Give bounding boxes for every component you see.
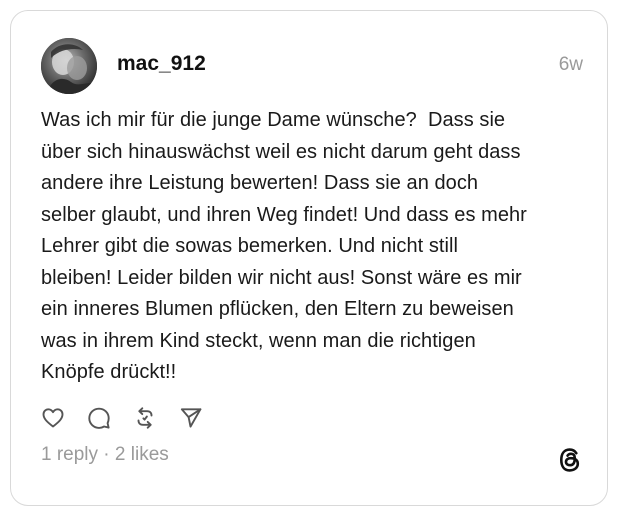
username[interactable]: mac_912 <box>117 51 206 77</box>
post-text-line: selber glaubt, und ihren Weg findet! Und… <box>41 203 527 226</box>
comment-icon <box>88 407 110 429</box>
post-text-line: Knöpfe drückt!! <box>41 361 177 383</box>
post-text-line: über sich hinauswächst weil es nicht dar… <box>41 140 521 163</box>
post-text-line: was in ihrem Kind steckt, wenn man die r… <box>41 329 476 352</box>
post-text-line: Was ich mir für die junge Dame wünsche? … <box>41 109 506 131</box>
avatar[interactable] <box>41 38 97 94</box>
timestamp: 6w <box>558 54 583 75</box>
threads-logo-icon <box>555 445 585 475</box>
like-button[interactable] <box>41 406 65 430</box>
post-text-line: ein inneres Blumen pflücken, den Eltern … <box>41 298 514 320</box>
post-text-line: Lehrer gibt die sowas bemerken. Und nich… <box>41 235 458 257</box>
repost-icon <box>137 407 153 429</box>
send-icon <box>180 408 202 428</box>
post-text-line: andere ihre Leistung bewerten! Dass sie … <box>41 172 479 194</box>
post-text: Was ich mir für die junge Dame wünsche? … <box>41 105 591 389</box>
repost-button[interactable] <box>133 406 157 430</box>
reply-like-count[interactable]: 1 reply · 2 likes <box>41 443 169 467</box>
action-bar <box>41 405 225 431</box>
reply-button[interactable] <box>87 406 111 430</box>
post-text-line: bleiben! Leider bilden wir nicht aus! So… <box>41 266 522 289</box>
post-card: mac_912 6w Was ich mir für die junge Dam… <box>10 10 608 506</box>
share-button[interactable] <box>179 406 203 430</box>
heart-icon <box>42 408 64 428</box>
